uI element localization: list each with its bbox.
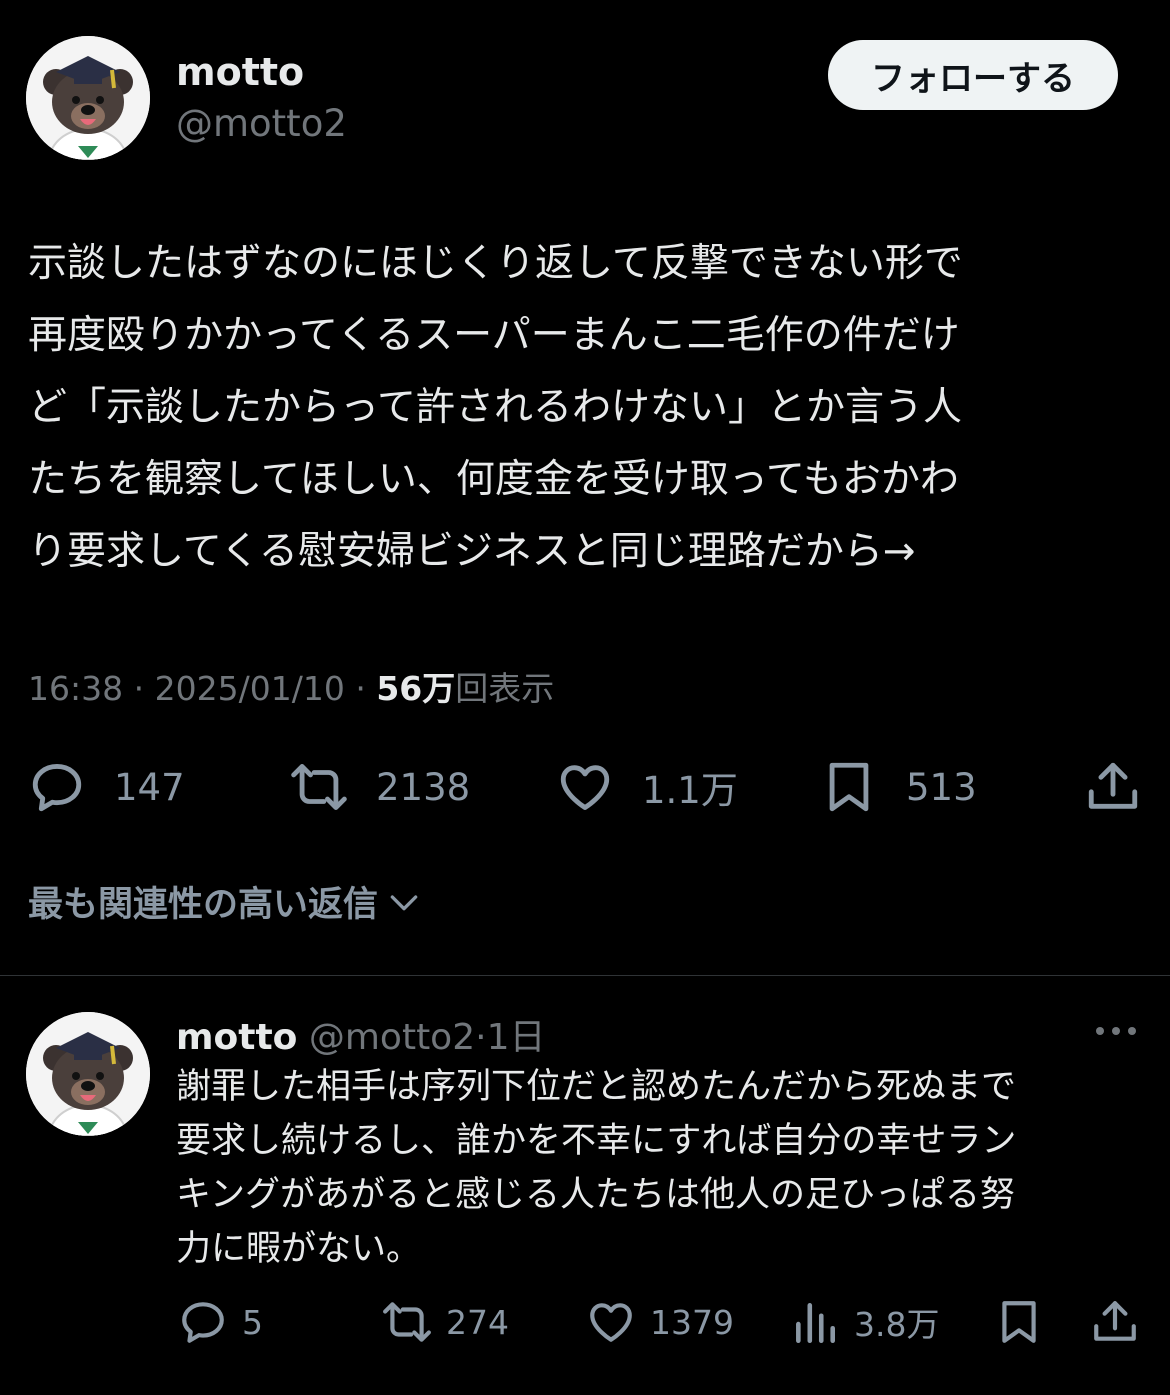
bear-avatar-icon [26, 36, 150, 160]
reply-action-bar: 5 274 1379 3.8万 [0, 1292, 1170, 1352]
author-name[interactable]: motto [176, 50, 304, 94]
heart-icon [590, 1303, 632, 1342]
repost-icon [291, 764, 347, 810]
tweet-detail-page: motto @motto2 フォローする 示談したはずなのにほじくり返して反撃で… [0, 0, 1170, 1395]
post-meta: 16:38 · 2025/01/10 · 56万回表示 [28, 662, 554, 710]
reply-views-count: 3.8万 [854, 1305, 940, 1344]
bookmark-icon [829, 762, 869, 812]
share-button[interactable] [1084, 752, 1170, 822]
post-action-bar: 147 2138 1.1万 513 [0, 752, 1170, 822]
reply-like-button[interactable]: 1379 [586, 1292, 734, 1352]
reply-repost-button[interactable]: 274 [382, 1292, 509, 1352]
repost-count: 2138 [376, 765, 471, 809]
reply-author-avatar[interactable] [26, 1012, 150, 1136]
reply-reply-count: 5 [242, 1302, 263, 1342]
reply-author-handle[interactable]: @motto2 [309, 1017, 475, 1058]
meta-separator: · [355, 669, 366, 708]
reply-share-button[interactable] [1090, 1292, 1154, 1352]
section-divider [0, 975, 1170, 976]
bookmark-icon [1002, 1301, 1036, 1343]
like-count: 1.1万 [642, 769, 738, 812]
author-avatar[interactable] [26, 36, 150, 160]
bookmark-button[interactable]: 513 [820, 752, 977, 822]
views-label: 回表示 [455, 669, 555, 708]
share-icon [1094, 1301, 1136, 1341]
post-date[interactable]: 2025/01/10 [155, 669, 345, 708]
reply-text: 謝罪した相手は序列下位だと認めたんだから死ぬまで 要求し続けるし、誰かを不幸にす… [176, 1067, 1017, 1269]
bear-avatar-icon [26, 1012, 150, 1136]
bookmark-count: 513 [906, 765, 977, 809]
follow-button[interactable]: フォローする [828, 40, 1118, 110]
reply-icon [182, 1302, 224, 1343]
meta-separator: · [133, 669, 145, 708]
share-icon [1088, 762, 1138, 809]
reply-age[interactable]: 1日 [487, 1017, 546, 1058]
post-time[interactable]: 16:38 [28, 669, 123, 708]
like-button[interactable]: 1.1万 [556, 752, 738, 822]
views-count: 56万 [376, 669, 456, 708]
more-dots-icon[interactable] [1094, 1016, 1138, 1046]
reply-bookmark-button[interactable] [994, 1292, 1058, 1352]
post-text: 示談したはずなのにほじくり返して反撃できない形で 再度殴りかかってくるスーパーま… [28, 241, 963, 574]
reply-count: 147 [114, 765, 185, 809]
replies-sort-label: 最も関連性の高い返信 [28, 885, 379, 925]
reply-button[interactable]: 147 [28, 752, 185, 822]
reply-views-button[interactable]: 3.8万 [790, 1292, 939, 1352]
reply-icon [32, 764, 82, 812]
heart-icon [560, 765, 610, 810]
replies-sort-dropdown[interactable]: 最も関連性の高い返信 [28, 876, 424, 927]
reply-like-count: 1379 [650, 1302, 734, 1342]
chevron-down-icon [390, 894, 418, 910]
author-handle[interactable]: @motto2 [176, 102, 347, 145]
reply-repost-count: 274 [446, 1302, 509, 1342]
reply-reply-button[interactable]: 5 [178, 1292, 263, 1352]
reply-separator: · [475, 1017, 487, 1058]
views-chart-icon [796, 1303, 835, 1344]
reply-author-name[interactable]: motto [176, 1017, 297, 1058]
repost-icon [383, 1302, 431, 1342]
reply-header: motto @motto2·1日 [176, 1008, 545, 1060]
repost-button[interactable]: 2138 [290, 752, 470, 822]
